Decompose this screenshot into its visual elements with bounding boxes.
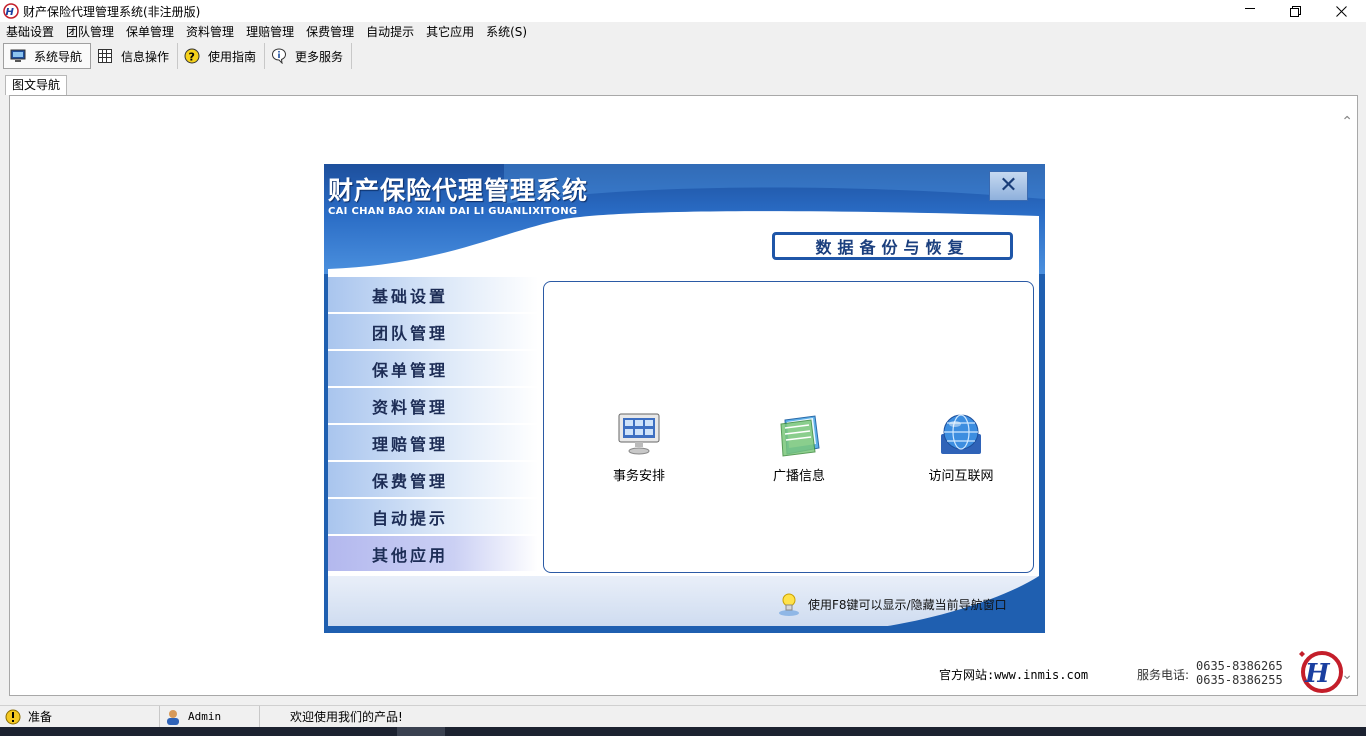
menu-team[interactable]: 团队管理 [60, 22, 120, 42]
info-ops-label: 信息操作 [121, 49, 170, 64]
close-icon [1335, 5, 1347, 17]
app-label-schedule: 事务安排 [612, 469, 665, 484]
status-user-text: Admin [188, 710, 222, 723]
globe-icon [941, 414, 981, 454]
app-tile-broadcast[interactable]: 广播信息 [754, 410, 844, 484]
navigation-panel: 财产保险代理管理系统 CAI CHAN BAO XIAN DAI LI GUAN… [324, 164, 1045, 633]
app-label-broadcast: 广播信息 [772, 469, 825, 484]
user-guide-label: 使用指南 [208, 49, 257, 64]
phone-numbers: 0635-8386265 0635-8386255 [1196, 659, 1283, 687]
menu-policy[interactable]: 保单管理 [120, 22, 180, 42]
panel-close-button[interactable]: ✕ [989, 171, 1028, 201]
minimize-button[interactable] [1227, 0, 1273, 22]
panel-footer: 使用F8键可以显示/隐藏当前导航窗口 [328, 576, 1039, 626]
notepad-icon [780, 415, 820, 457]
side-item-basic-settings[interactable]: 基础设置 [328, 277, 538, 313]
brand-logo-icon: H [1299, 651, 1343, 693]
backup-restore-button[interactable]: 数据备份与恢复 [772, 232, 1013, 260]
svg-text:?: ? [189, 51, 195, 64]
app-tile-schedule[interactable]: 事务安排 [594, 410, 684, 484]
info-ops-button[interactable]: 信息操作 [91, 43, 179, 69]
more-services-button[interactable]: 更多服务 [265, 43, 353, 69]
side-item-documents[interactable]: 资料管理 [328, 388, 538, 424]
side-item-policy[interactable]: 保单管理 [328, 351, 538, 387]
user-guide-button[interactable]: ? 使用指南 [178, 43, 266, 69]
window-title: 财产保险代理管理系统(非注册版) [23, 4, 201, 19]
close-button[interactable] [1318, 0, 1364, 22]
side-menu: 基础设置 团队管理 保单管理 资料管理 理赔管理 保费管理 自动提示 其他应用 [328, 277, 538, 573]
status-state: 准备 [0, 705, 160, 728]
maximize-button[interactable] [1272, 0, 1318, 22]
side-item-premiums[interactable]: 保费管理 [328, 462, 538, 498]
hint-text: 使用F8键可以显示/隐藏当前导航窗口 [808, 597, 1007, 612]
app-label-internet: 访问互联网 [928, 469, 994, 484]
phone-number-2: 0635-8386255 [1196, 673, 1283, 687]
menu-reminders[interactable]: 自动提示 [360, 22, 420, 42]
svg-text:H: H [1304, 659, 1331, 689]
status-state-text: 准备 [28, 710, 53, 724]
monitor-icon [10, 48, 26, 64]
computer-icon [618, 413, 660, 455]
restore-icon [1289, 5, 1301, 17]
user-avatar-icon [167, 709, 179, 725]
help-icon: ? [184, 48, 200, 64]
apps-box: 事务安排 广播信息 访问互联网 [543, 281, 1034, 573]
grid-icon [97, 48, 113, 64]
close-icon: ✕ [999, 173, 1018, 198]
panel-subtitle: CAI CHAN BAO XIAN DAI LI GUANLIXITONG [328, 206, 578, 217]
status-message-text: 欢迎使用我们的产品! [290, 710, 403, 724]
content-area: ⌃ ⌄ 财产保险代理管理系统 CAI CHAN BAO XIAN DAI LI … [9, 95, 1358, 696]
status-bar: 准备 Admin 欢迎使用我们的产品! [0, 705, 1366, 728]
system-nav-button[interactable]: 系统导航 [3, 43, 92, 69]
menu-other-apps[interactable]: 其它应用 [420, 22, 480, 42]
side-item-reminders[interactable]: 自动提示 [328, 499, 538, 535]
menu-claims[interactable]: 理赔管理 [240, 22, 300, 42]
menu-system[interactable]: 系统(S) [480, 22, 533, 42]
hint: 使用F8键可以显示/隐藏当前导航窗口 [778, 592, 1007, 616]
app-tile-internet[interactable]: 访问互联网 [916, 410, 1006, 484]
phone-number-1: 0635-8386265 [1196, 659, 1283, 673]
side-item-other-apps[interactable]: 其他应用 [328, 536, 538, 572]
more-services-label: 更多服务 [295, 49, 344, 64]
menu-premiums[interactable]: 保费管理 [300, 22, 360, 42]
panel-title: 财产保险代理管理系统 [328, 176, 589, 205]
side-item-team[interactable]: 团队管理 [328, 314, 538, 350]
title-bar: H 财产保险代理管理系统(非注册版) [0, 0, 1366, 22]
lightbulb-icon [779, 593, 799, 616]
status-message: 欢迎使用我们的产品! [260, 706, 403, 728]
menu-documents[interactable]: 资料管理 [180, 22, 240, 42]
svg-text:H: H [6, 7, 15, 18]
taskbar-block [397, 727, 445, 736]
status-user: Admin [160, 705, 260, 728]
tab-graphic-nav[interactable]: 图文导航 [5, 75, 68, 95]
website-text: 官方网站:www.inmis.com [939, 668, 1089, 682]
tab-strip: 图文导航 [0, 74, 1366, 95]
status-warning-icon [5, 709, 21, 724]
scroll-up-icon[interactable]: ⌃ [1341, 114, 1353, 130]
info-icon [271, 48, 287, 64]
menu-basic-settings[interactable]: 基础设置 [0, 22, 60, 42]
app-logo-icon: H [3, 3, 19, 19]
taskbar-strip [0, 727, 1366, 736]
toolbar: 系统导航 信息操作 ? 使用指南 更多服务 [0, 42, 1366, 70]
system-nav-label: 系统导航 [34, 49, 83, 64]
phone-label: 服务电话: [1137, 668, 1190, 682]
side-item-claims[interactable]: 理赔管理 [328, 425, 538, 461]
menu-bar: 基础设置 团队管理 保单管理 资料管理 理赔管理 保费管理 自动提示 其它应用 … [0, 22, 1366, 42]
